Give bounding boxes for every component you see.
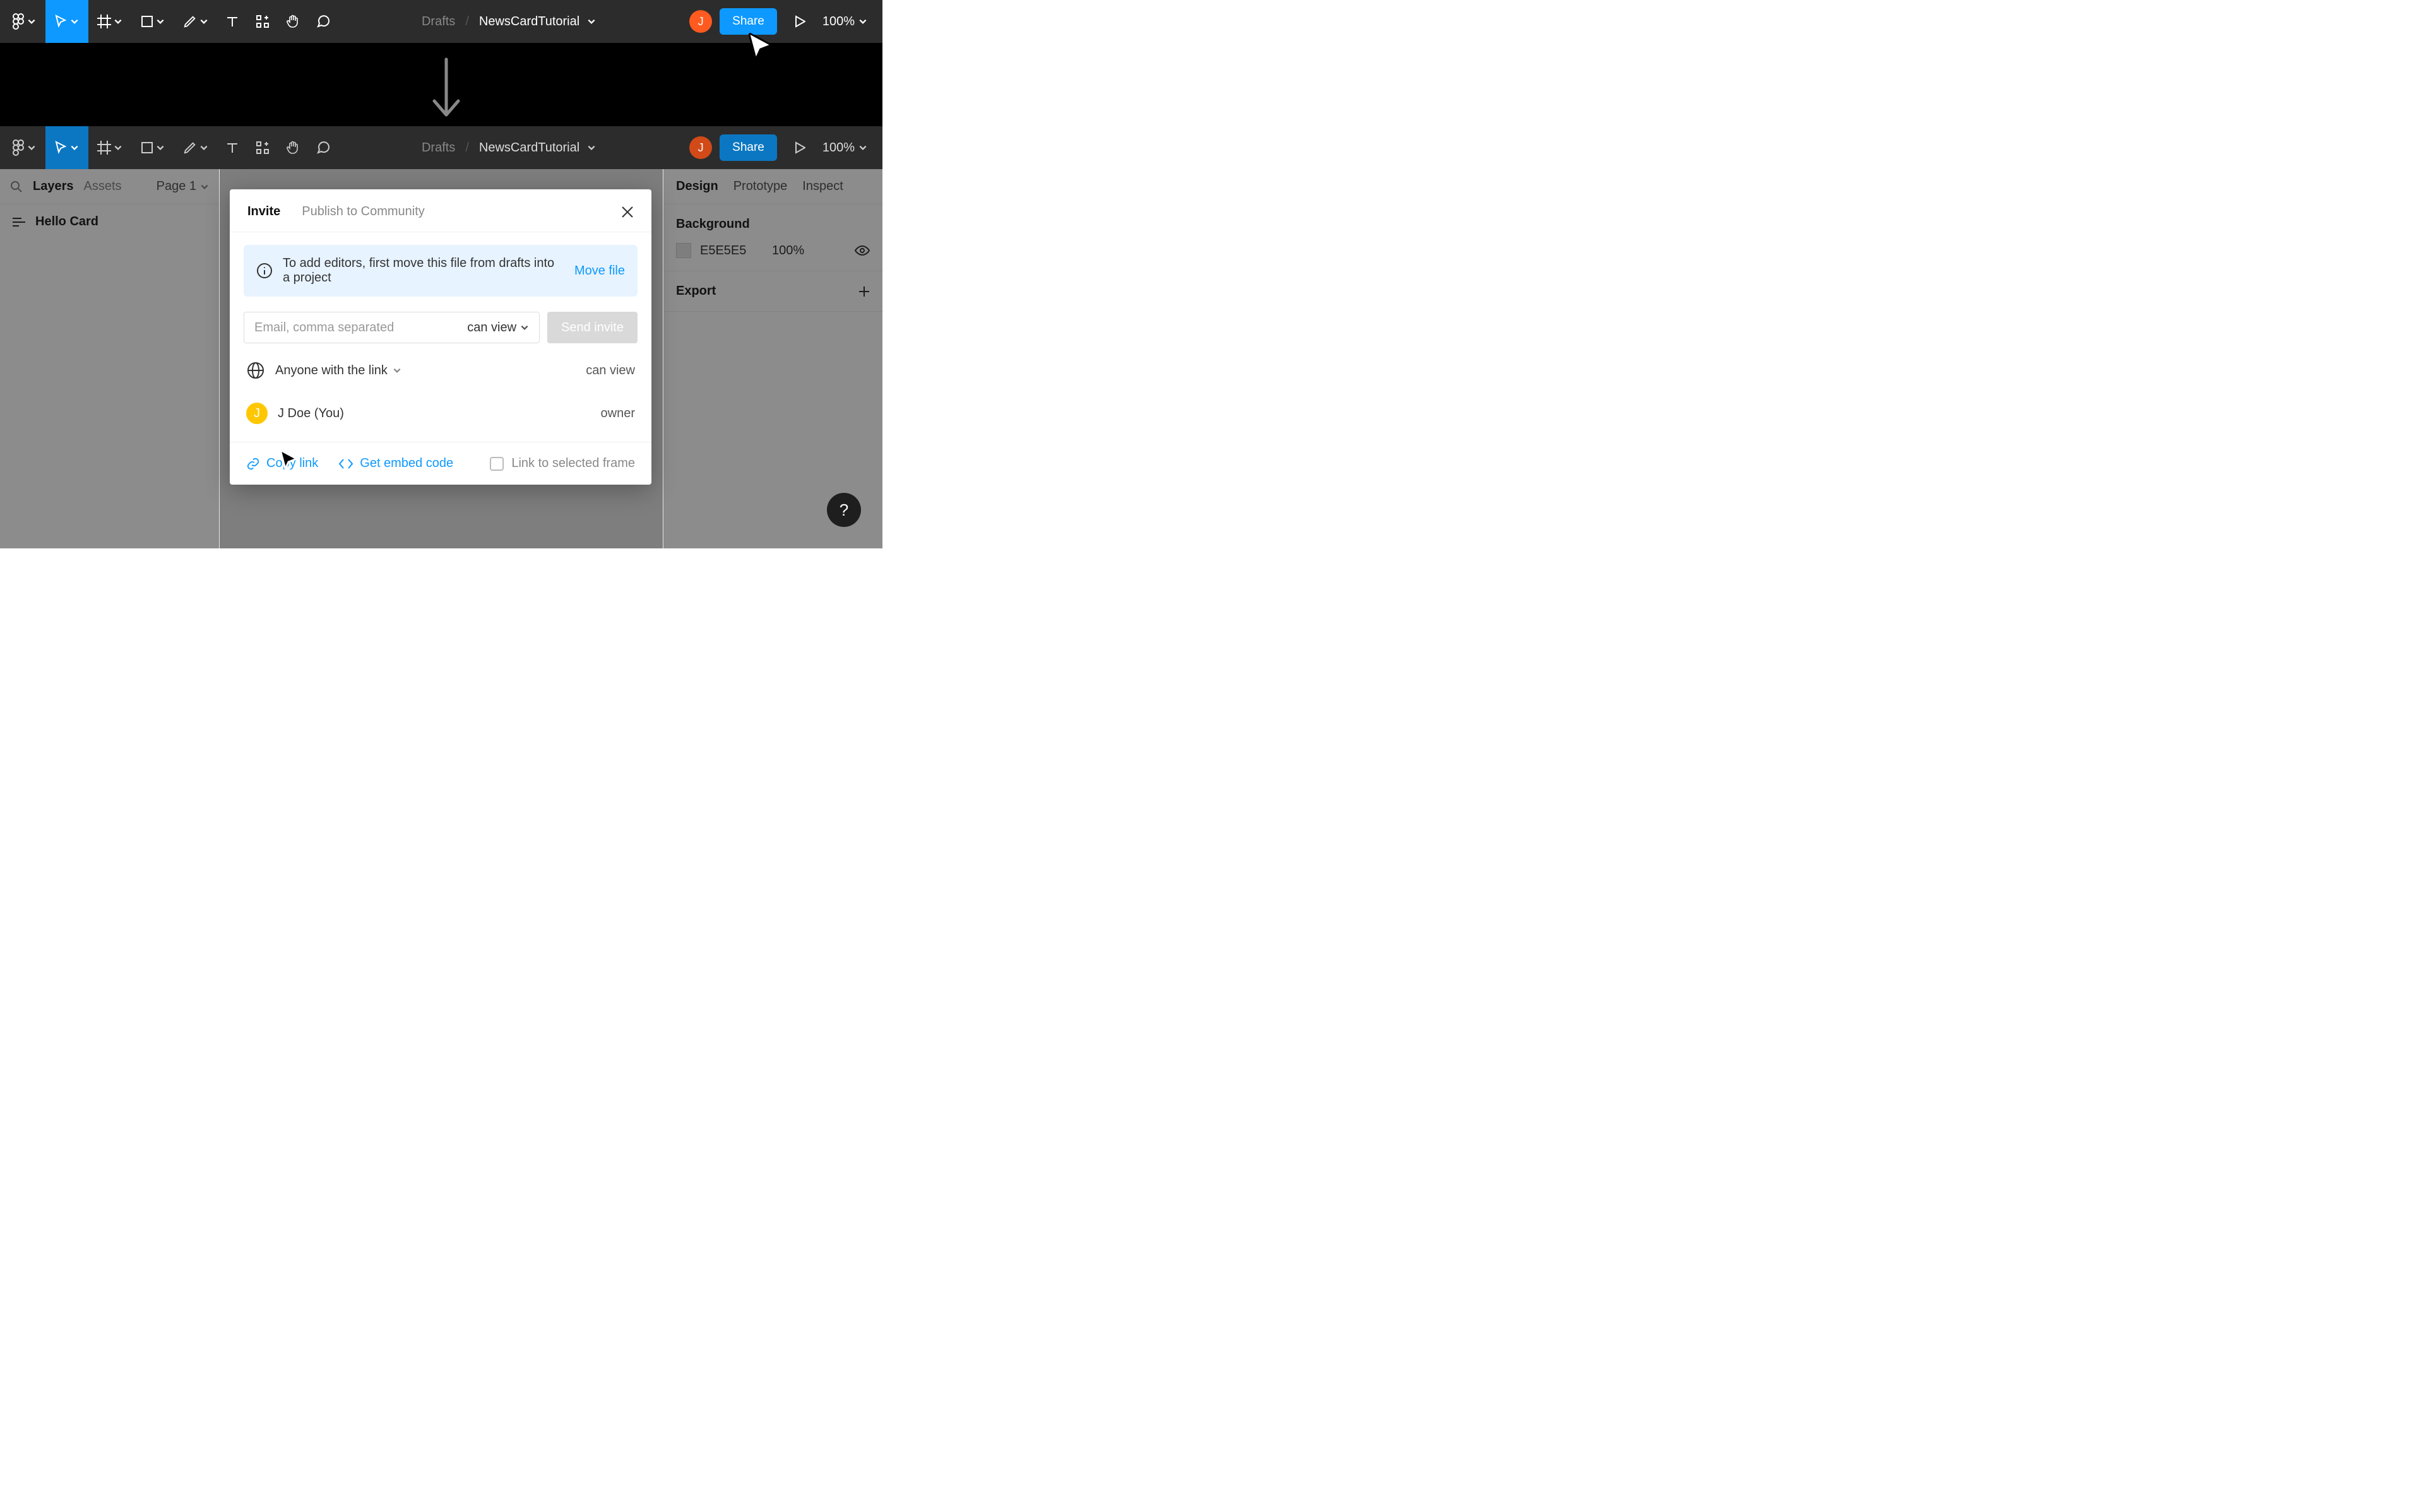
user-avatar[interactable]: J [689, 136, 712, 159]
close-button[interactable] [621, 206, 634, 218]
figma-menu-button[interactable] [3, 126, 45, 169]
email-placeholder: Email, comma separated [254, 321, 394, 335]
hand-tool-button[interactable] [278, 126, 308, 169]
comment-tool-button[interactable] [308, 0, 338, 43]
user-avatar-small: J [246, 403, 268, 424]
link-to-frame-label: Link to selected frame [511, 456, 635, 471]
info-banner-text: To add editors, first move this file fro… [283, 256, 564, 285]
send-invite-button[interactable]: Send invite [547, 312, 638, 343]
hand-tool-button[interactable] [278, 0, 308, 43]
frame-tool-button[interactable] [88, 126, 131, 169]
link-icon [246, 457, 260, 471]
breadcrumb-file-label: NewsCardTutorial [479, 15, 579, 29]
breadcrumb-file[interactable]: NewsCardTutorial [479, 15, 596, 29]
move-file-link[interactable]: Move file [574, 264, 625, 278]
breadcrumb-separator: / [465, 141, 469, 155]
right-panel: Design Prototype Inspect Background E5E5… [663, 169, 882, 548]
info-icon [256, 263, 273, 279]
share-row-user: J J Doe (You) owner [244, 391, 638, 435]
anyone-link-selector[interactable]: Anyone with the link [275, 363, 401, 378]
tab-publish[interactable]: Publish to Community [302, 204, 425, 219]
breadcrumb-drafts[interactable]: Drafts [422, 141, 455, 155]
share-button[interactable]: Share [720, 8, 777, 35]
comment-tool-button[interactable] [308, 126, 338, 169]
present-button[interactable] [788, 126, 811, 169]
move-tool-button[interactable] [45, 126, 88, 169]
copy-link-button[interactable]: Copy link [246, 456, 318, 471]
pen-tool-button[interactable] [174, 0, 217, 43]
text-tool-button[interactable] [217, 0, 247, 43]
overlay-dim [663, 169, 882, 548]
shape-tool-button[interactable] [131, 0, 174, 43]
chevron-down-icon [520, 323, 529, 332]
anyone-role[interactable]: can view [586, 363, 635, 378]
chevron-down-icon [393, 366, 401, 375]
zoom-control[interactable]: 100% [822, 15, 867, 29]
copy-link-label: Copy link [266, 456, 318, 471]
link-to-frame-option[interactable]: Link to selected frame [490, 456, 635, 471]
share-modal: Invite Publish to Community To add edito… [230, 189, 651, 485]
user-role: owner [601, 406, 635, 421]
resources-tool-button[interactable] [247, 126, 278, 169]
text-tool-button[interactable] [217, 126, 247, 169]
zoom-control[interactable]: 100% [822, 141, 867, 155]
user-name: J Doe (You) [278, 406, 344, 421]
frame-tool-button[interactable] [88, 0, 131, 43]
chevron-down-icon [858, 143, 867, 152]
globe-icon [246, 361, 265, 380]
breadcrumb: Drafts / NewsCardTutorial [422, 141, 596, 155]
permission-selector[interactable]: can view [467, 321, 529, 335]
shape-tool-button[interactable] [131, 126, 174, 169]
help-button[interactable]: ? [827, 493, 861, 527]
chevron-down-icon [587, 17, 596, 26]
embed-code-label: Get embed code [360, 456, 453, 471]
email-input[interactable]: Email, comma separated can view [244, 312, 540, 343]
info-banner: To add editors, first move this file fro… [244, 245, 638, 297]
top-toolbar-2: Drafts / NewsCardTutorial J Share 100% [0, 126, 882, 169]
code-icon [338, 458, 353, 470]
checkbox-icon[interactable] [490, 457, 504, 471]
breadcrumb-drafts[interactable]: Drafts [422, 15, 455, 29]
left-panel: Layers Assets Page 1 Hello Card [0, 169, 220, 548]
user-avatar[interactable]: J [689, 10, 712, 33]
tab-invite[interactable]: Invite [247, 204, 280, 219]
breadcrumb-file[interactable]: NewsCardTutorial [479, 141, 596, 155]
permission-label: can view [467, 321, 516, 335]
resources-tool-button[interactable] [247, 0, 278, 43]
arrow-down-icon [429, 57, 463, 120]
figma-menu-button[interactable] [3, 0, 45, 43]
breadcrumb: Drafts / NewsCardTutorial [422, 15, 596, 29]
share-row-anyone: Anyone with the link can view [244, 350, 638, 391]
overlay-dim [0, 169, 219, 548]
present-button[interactable] [788, 0, 811, 43]
pen-tool-button[interactable] [174, 126, 217, 169]
breadcrumb-separator: / [465, 15, 469, 29]
share-button[interactable]: Share [720, 134, 777, 161]
breadcrumb-file-label: NewsCardTutorial [479, 141, 579, 155]
chevron-down-icon [587, 143, 596, 152]
embed-code-button[interactable]: Get embed code [338, 456, 453, 471]
zoom-label: 100% [822, 15, 855, 29]
chevron-down-icon [858, 17, 867, 26]
anyone-label: Anyone with the link [275, 363, 388, 378]
top-toolbar: Drafts / NewsCardTutorial J Share 100% [0, 0, 882, 43]
zoom-label: 100% [822, 141, 855, 155]
move-tool-button[interactable] [45, 0, 88, 43]
